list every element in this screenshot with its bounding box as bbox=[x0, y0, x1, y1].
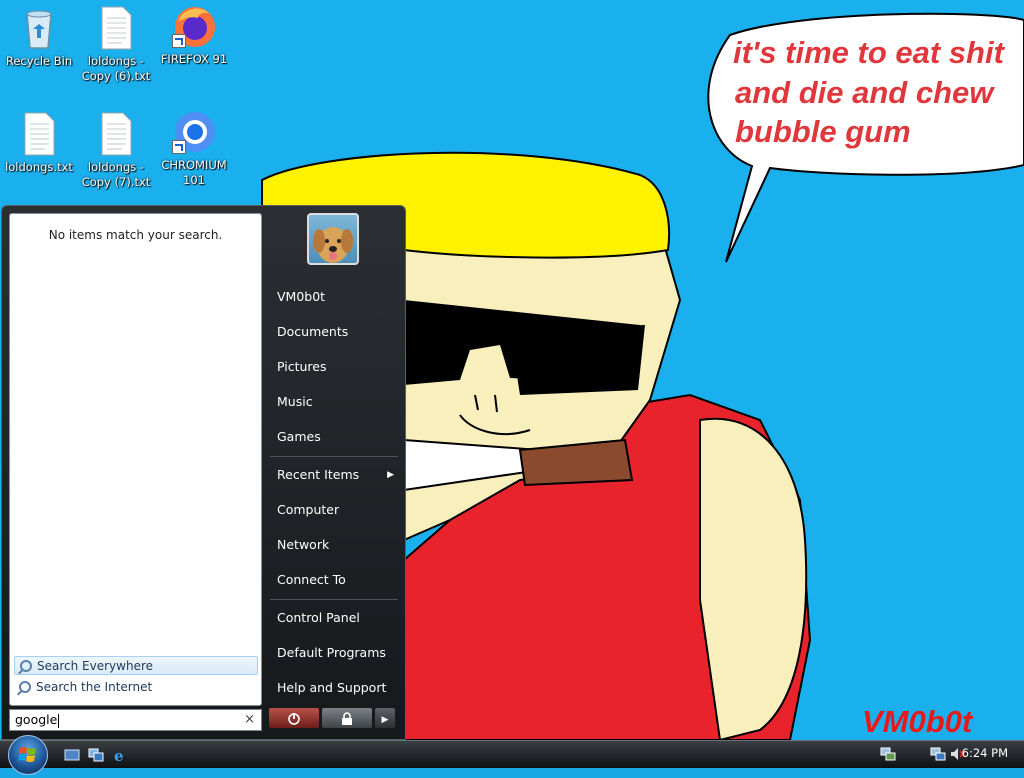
chromium-icon bbox=[170, 108, 218, 156]
start-recent-items[interactable]: Recent Items ▶ bbox=[270, 462, 400, 488]
show-desktop-icon[interactable] bbox=[64, 747, 80, 761]
arrow-right-icon: ▶ bbox=[381, 715, 389, 725]
power-button[interactable] bbox=[268, 707, 320, 729]
switch-windows-icon[interactable] bbox=[88, 747, 104, 762]
no-results-message: No items match your search. bbox=[48, 228, 223, 242]
text-file-icon bbox=[92, 110, 140, 158]
recycle-bin-icon bbox=[15, 4, 63, 52]
start-pictures[interactable]: Pictures bbox=[270, 354, 400, 380]
start-documents[interactable]: Documents bbox=[270, 319, 400, 345]
start-button[interactable] bbox=[8, 735, 48, 775]
desktop-icon-loldongs-copy-6[interactable]: loldongs - Copy (6).txt bbox=[80, 4, 152, 84]
start-connect-to[interactable]: Connect To bbox=[270, 567, 400, 593]
search-everywhere-label: Search Everywhere bbox=[37, 659, 153, 673]
search-internet-label: Search the Internet bbox=[36, 680, 153, 694]
network-status-icon[interactable] bbox=[930, 746, 946, 761]
menu-separator bbox=[270, 599, 398, 600]
start-menu: No items match your search. Search Every… bbox=[1, 205, 406, 740]
shutdown-options-button[interactable]: ▶ bbox=[374, 707, 396, 729]
dog-picture-icon bbox=[313, 227, 353, 263]
desktop-icon-label: FIREFOX 91 bbox=[160, 52, 228, 66]
desktop-icon-firefox[interactable]: FIREFOX 91 bbox=[158, 2, 230, 67]
submenu-arrow-icon: ▶ bbox=[387, 470, 394, 480]
desktop-icon-label: loldongs.txt bbox=[5, 160, 73, 174]
recent-items-label: Recent Items bbox=[277, 467, 360, 482]
lock-icon bbox=[342, 712, 352, 725]
start-default-programs[interactable]: Default Programs bbox=[270, 640, 400, 666]
desktop-icon-label: loldongs - Copy (7).txt bbox=[81, 160, 151, 189]
text-file-icon bbox=[92, 4, 140, 52]
shortcut-arrow-icon bbox=[172, 140, 186, 154]
start-music[interactable]: Music bbox=[270, 389, 400, 415]
search-icon bbox=[19, 681, 31, 693]
speech-line-1: it's time to eat shit bbox=[733, 35, 1006, 70]
desktop-icon-chromium[interactable]: CHROMIUM 101 bbox=[158, 108, 230, 188]
internet-explorer-icon[interactable]: e bbox=[112, 747, 128, 765]
windows-logo-icon bbox=[18, 747, 36, 762]
start-games[interactable]: Games bbox=[270, 424, 400, 450]
start-search-input[interactable]: google × bbox=[9, 709, 262, 731]
desktop-icon-label: Recycle Bin bbox=[5, 54, 73, 68]
text-caret bbox=[58, 713, 60, 728]
network-tray-icon[interactable] bbox=[880, 746, 896, 761]
lock-button[interactable] bbox=[321, 707, 373, 729]
power-controls: ▶ bbox=[268, 707, 396, 731]
search-input-value: google bbox=[15, 712, 58, 727]
taskbar: e 6:24 PM bbox=[0, 735, 1024, 775]
user-avatar[interactable] bbox=[307, 213, 359, 265]
text-file-icon bbox=[15, 110, 63, 158]
shortcut-arrow-icon bbox=[172, 34, 186, 48]
menu-separator bbox=[270, 456, 398, 457]
desktop-icon-recycle-bin[interactable]: Recycle Bin bbox=[3, 4, 75, 69]
firefox-icon bbox=[170, 2, 218, 50]
start-user-folder[interactable]: VM0b0t bbox=[270, 284, 400, 310]
start-network[interactable]: Network bbox=[270, 532, 400, 558]
start-computer[interactable]: Computer bbox=[270, 497, 400, 523]
clear-search-icon[interactable]: × bbox=[244, 710, 255, 730]
search-internet-link[interactable]: Search the Internet bbox=[14, 678, 258, 697]
search-everywhere-link[interactable]: Search Everywhere bbox=[14, 656, 258, 675]
search-results-pane: No items match your search. Search Every… bbox=[9, 213, 262, 706]
wallpaper-signature: VM0b0t bbox=[862, 704, 974, 739]
desktop-icon-label: CHROMIUM 101 bbox=[161, 158, 227, 187]
desktop-icon-loldongs-copy-7[interactable]: loldongs - Copy (7).txt bbox=[80, 110, 152, 190]
start-help-support[interactable]: Help and Support bbox=[270, 675, 400, 701]
search-icon bbox=[20, 660, 32, 672]
system-tray: 6:24 PM bbox=[864, 741, 1024, 768]
svg-text:e: e bbox=[114, 747, 124, 763]
desktop-icon-loldongs[interactable]: loldongs.txt bbox=[3, 110, 75, 175]
desktop-icon-label: loldongs - Copy (6).txt bbox=[81, 54, 151, 83]
taskbar-clock[interactable]: 6:24 PM bbox=[962, 746, 1008, 760]
start-control-panel[interactable]: Control Panel bbox=[270, 605, 400, 631]
speech-line-3: bubble gum bbox=[735, 114, 911, 149]
speech-line-2: and die and chew bbox=[735, 75, 995, 110]
power-icon bbox=[288, 713, 300, 725]
